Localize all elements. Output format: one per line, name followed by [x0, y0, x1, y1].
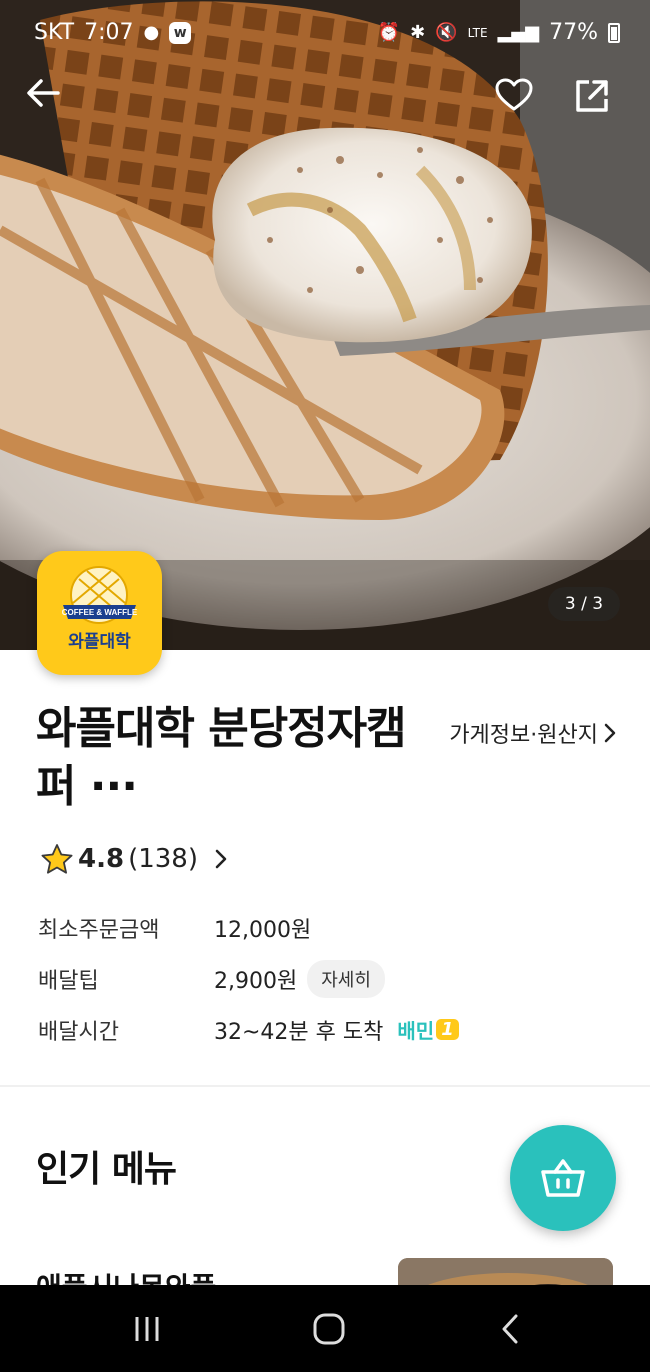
home-icon [313, 1313, 345, 1345]
rating-row[interactable]: 4.8 (138) [40, 843, 228, 875]
min-order-label: 최소주문금액 [38, 917, 160, 943]
image-page-indicator: 3 / 3 [548, 587, 620, 621]
logo-text: 와플대학 [68, 632, 131, 652]
recent-apps-button[interactable] [127, 1311, 167, 1347]
baemin-one-number: 1 [436, 1019, 459, 1040]
home-button[interactable] [309, 1311, 349, 1347]
back-button[interactable] [26, 78, 76, 128]
share-button[interactable] [574, 78, 624, 128]
popular-menu-title: 인기 메뉴 [36, 1149, 177, 1190]
status-bar: SKT 7:07 ● w ⏰ ✱ 🔇 LTE ▂▄▆ 77% [0, 0, 650, 66]
store-logo: COFFEE & WAFFLE 와플대학 [37, 551, 162, 675]
rating-score: 4.8 [78, 844, 125, 874]
delivery-tip-row: 배달팁 2,900원 자세히 [38, 953, 618, 1004]
chevron-right-icon [604, 723, 616, 743]
delivery-time-value-wrap: 32~42분 후 도착 배민 1 [214, 1014, 459, 1046]
baemin-one-text: 배민 [397, 1019, 435, 1043]
system-back-button[interactable] [490, 1311, 530, 1347]
share-icon [576, 80, 608, 112]
delivery-tip-value: 2,900원 [214, 968, 298, 994]
w-app-icon: w [169, 21, 192, 44]
min-order-row: 최소주문금액 12,000원 [38, 902, 618, 953]
arrow-left-icon [27, 79, 60, 107]
section-divider [0, 1085, 650, 1087]
store-info-link[interactable]: 가게정보·원산지 [449, 717, 616, 749]
chevron-left-icon [502, 1314, 518, 1344]
cart-button[interactable] [510, 1125, 616, 1231]
recent-apps-icon [135, 1317, 159, 1341]
chat-bubble-icon: ● [143, 21, 160, 43]
carrier-label: SKT [34, 20, 75, 45]
heart-icon [495, 78, 533, 111]
logo-ribbon-text: COFFEE & WAFFLE [62, 608, 138, 617]
bluetooth-icon: ✱ [410, 21, 426, 43]
clock: 7:07 [84, 20, 134, 45]
basket-icon [541, 1159, 585, 1197]
baemin-one-badge: 배민 1 [397, 1015, 459, 1044]
mute-icon: 🔇 [435, 21, 458, 43]
delivery-tip-label: 배달팁 [38, 968, 99, 994]
delivery-tip-value-wrap: 2,900원 자세히 [214, 959, 385, 998]
star-icon [41, 844, 73, 874]
favorite-button[interactable] [495, 78, 545, 128]
signal-icon: ▂▄▆ [497, 21, 540, 43]
min-order-value: 12,000원 [214, 917, 312, 943]
store-info-label: 가게정보·원산지 [449, 723, 598, 748]
alarm-icon: ⏰ [377, 21, 401, 43]
waffle-logo-icon: COFFEE & WAFFLE [62, 566, 138, 624]
chevron-right-icon [215, 849, 227, 869]
review-count: (138) [128, 844, 198, 874]
delivery-tip-detail-button[interactable]: 자세히 [307, 959, 385, 998]
battery-percent: 77% [549, 20, 598, 45]
delivery-time-value: 32~42분 후 도착 [214, 1019, 384, 1045]
store-name: 와플대학 분당정자캠퍼 ··· [36, 703, 407, 812]
battery-icon [608, 22, 620, 43]
store-details: 최소주문금액 12,000원 배달팁 2,900원 자세히 배달시간 32~42… [38, 902, 618, 1055]
delivery-time-label: 배달시간 [38, 1019, 119, 1045]
delivery-time-row: 배달시간 32~42분 후 도착 배민 1 [38, 1004, 618, 1055]
system-navigation-bar [0, 1285, 650, 1372]
lte-icon: LTE [467, 25, 488, 40]
